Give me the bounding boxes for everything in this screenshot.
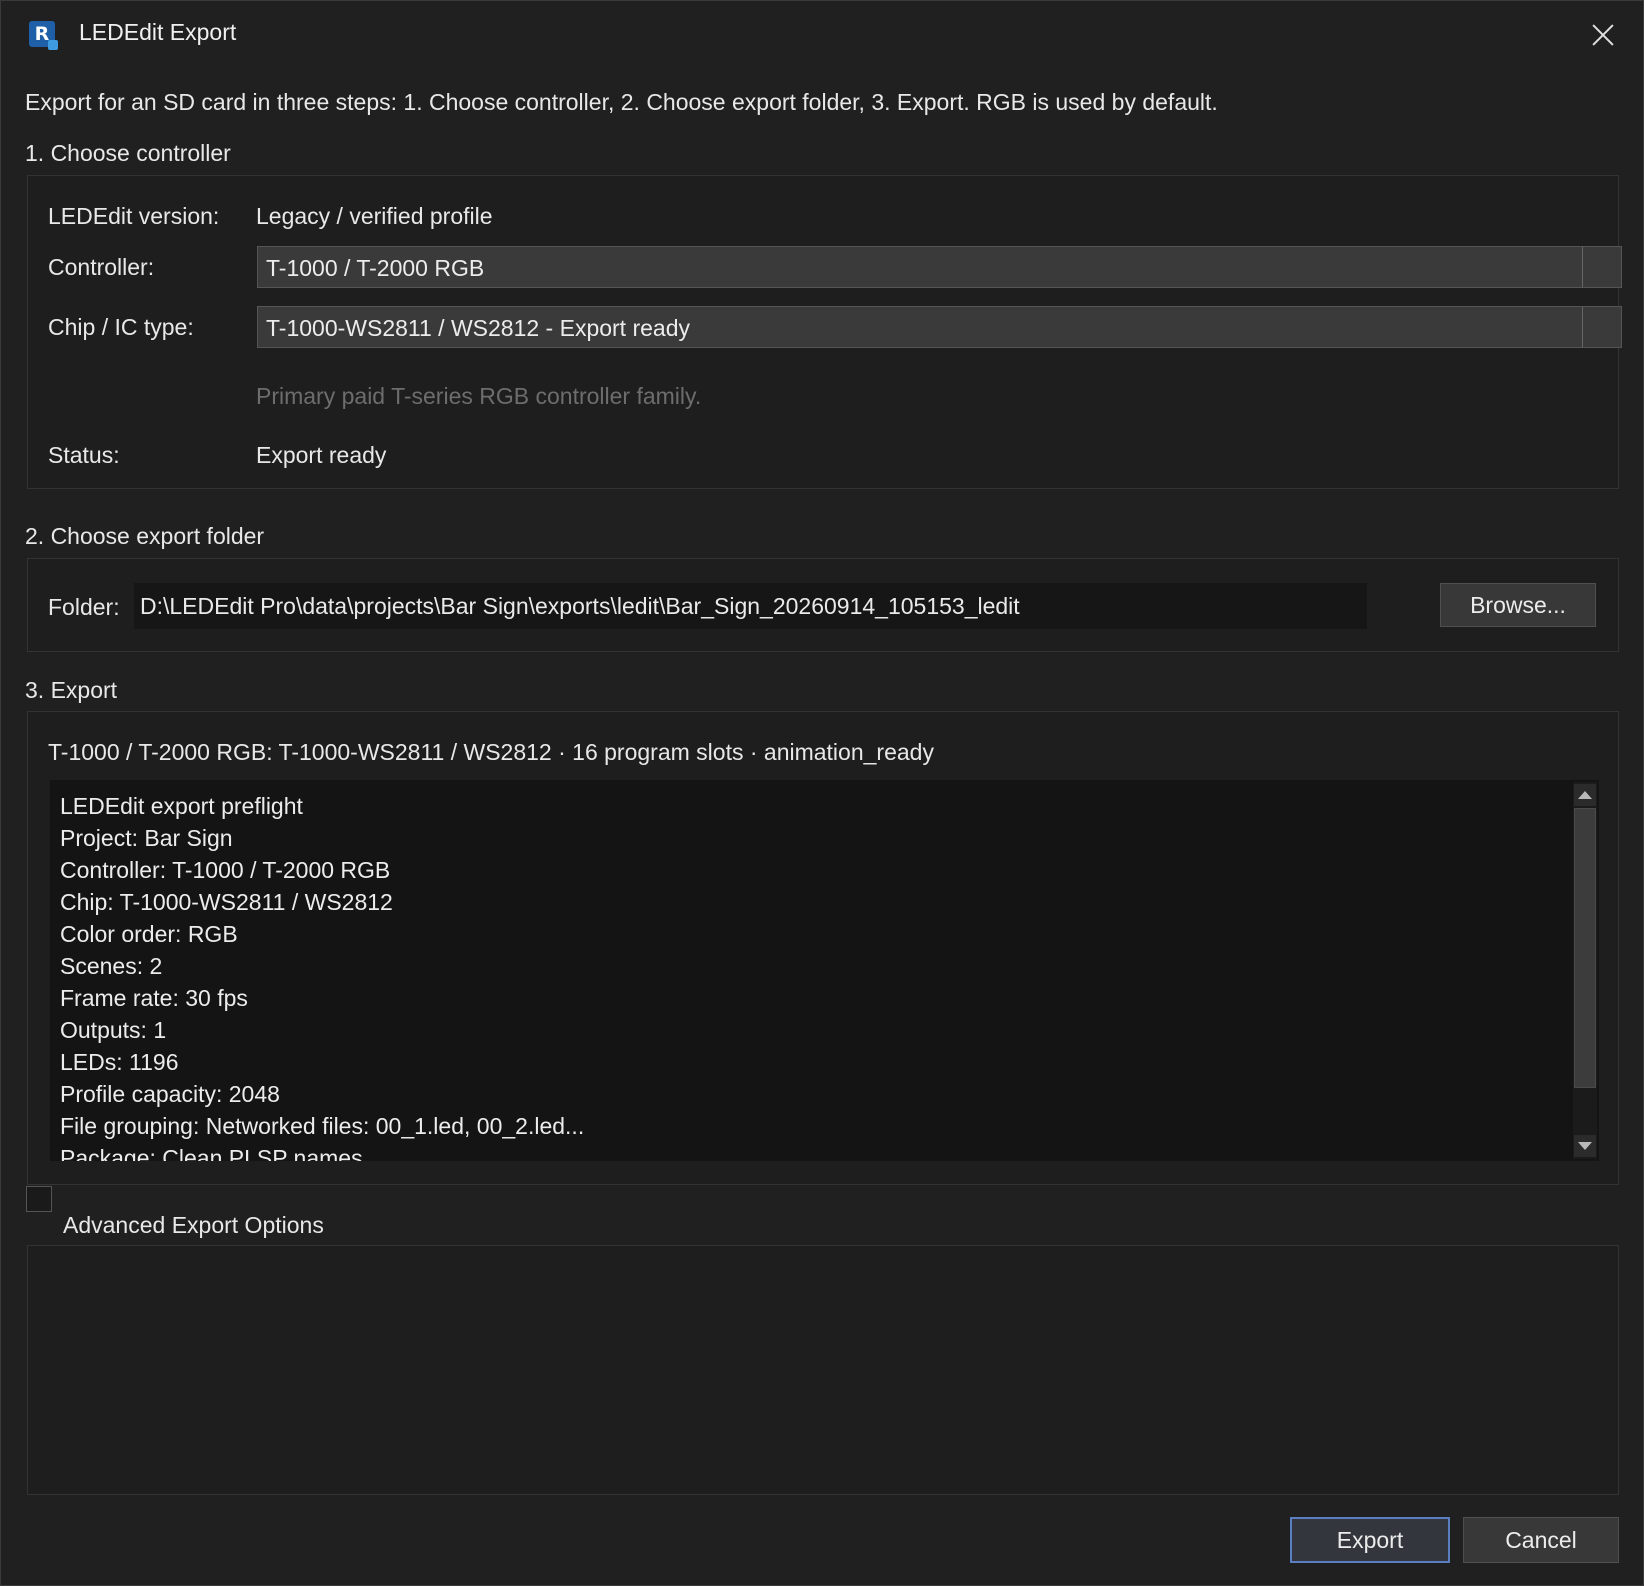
version-label: LEDEdit version: [48, 203, 220, 229]
status-value: Export ready [256, 442, 387, 468]
export-dialog: R LEDEdit Export Export for an SD card i… [0, 0, 1644, 1586]
controller-dropdown[interactable]: T-1000 / T-2000 RGB [257, 246, 1622, 288]
preflight-scrollbar[interactable] [1573, 782, 1597, 1159]
step3-title: 3. Export [25, 677, 118, 703]
chip-dropdown[interactable]: T-1000-WS2811 / WS2812 - Export ready [257, 306, 1622, 348]
step2-title: 2. Choose export folder [25, 523, 265, 549]
scroll-down-icon[interactable] [1574, 1135, 1596, 1157]
status-label: Status: [48, 442, 120, 468]
folder-group: Folder: Browse... [27, 558, 1619, 652]
intro-text: Export for an SD card in three steps: 1.… [25, 89, 1218, 115]
browse-button[interactable]: Browse... [1440, 583, 1596, 627]
chip-label: Chip / IC type: [48, 314, 194, 340]
window-title: LEDEdit Export [79, 19, 237, 45]
advanced-options-checkbox[interactable] [26, 1186, 52, 1212]
scroll-thumb[interactable] [1574, 808, 1596, 1088]
advanced-options-label[interactable]: Advanced Export Options [63, 1212, 324, 1239]
cancel-button[interactable]: Cancel [1463, 1517, 1619, 1563]
app-logo-icon: R [29, 21, 58, 50]
version-value: Legacy / verified profile [256, 203, 493, 229]
folder-label: Folder: [48, 594, 120, 620]
controller-dropdown-value: T-1000 / T-2000 RGB [266, 255, 485, 281]
chevron-down-icon[interactable] [1582, 247, 1621, 287]
title-bar: R LEDEdit Export [1, 1, 1643, 67]
advanced-options-panel [27, 1245, 1619, 1495]
close-icon[interactable] [1583, 15, 1623, 55]
chip-dropdown-value: T-1000-WS2811 / WS2812 - Export ready [266, 315, 690, 341]
export-summary: T-1000 / T-2000 RGB: T-1000-WS2811 / WS2… [48, 739, 934, 765]
step1-title: 1. Choose controller [25, 140, 231, 166]
scroll-up-icon[interactable] [1574, 784, 1596, 806]
folder-path-input[interactable] [134, 583, 1367, 629]
preflight-log[interactable]: LEDEdit export preflight Project: Bar Si… [50, 780, 1599, 1161]
controller-group: LEDEdit version: Legacy / verified profi… [27, 175, 1622, 489]
export-button[interactable]: Export [1290, 1517, 1450, 1563]
chevron-down-icon[interactable] [1582, 307, 1621, 347]
controller-label: Controller: [48, 254, 155, 280]
preflight-text: LEDEdit export preflight Project: Bar Si… [60, 793, 585, 1161]
controller-hint: Primary paid T-series RGB controller fam… [256, 383, 702, 409]
export-group: T-1000 / T-2000 RGB: T-1000-WS2811 / WS2… [27, 711, 1619, 1185]
